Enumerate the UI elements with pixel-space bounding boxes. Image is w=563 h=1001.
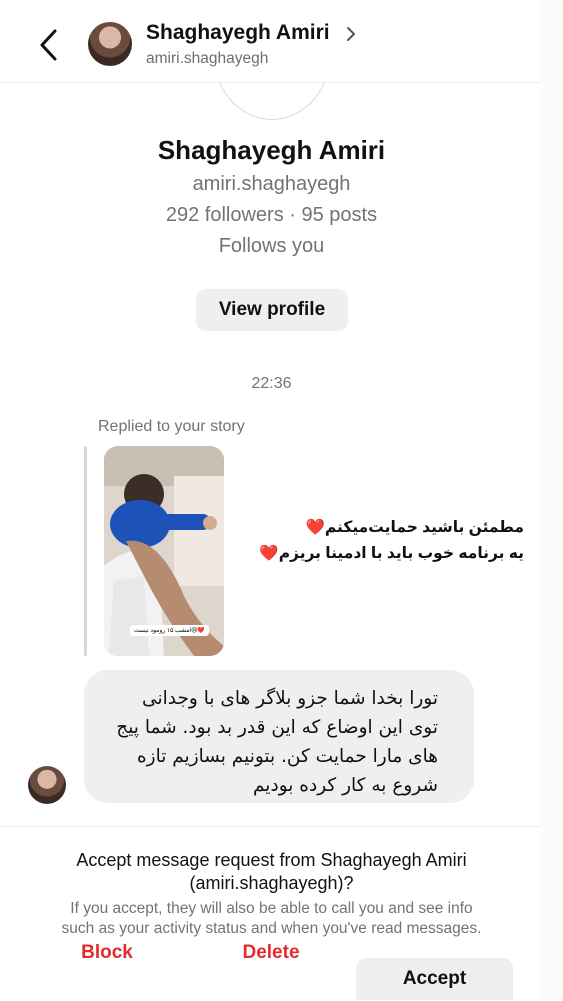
message-timestamp: 22:36	[251, 375, 292, 392]
message-line: شروع به کار کرده بودیم	[253, 775, 438, 796]
story-caption: مطمئن باشید حمایت‌میکنم❤️ یه برنامه خوب …	[259, 515, 524, 567]
sender-avatar[interactable]	[28, 766, 66, 804]
request-title-line: Accept message request from Shaghayegh A…	[76, 850, 467, 870]
message-bubble[interactable]: تورا بخدا شما جزو بلاگر های با وجدانی تو…	[84, 670, 474, 803]
header-username: amiri.shaghayegh	[146, 50, 269, 67]
request-title-line: (amiri.shaghayegh)?	[189, 873, 354, 893]
message-line: تورا بخدا شما جزو بلاگر های با وجدانی	[142, 688, 438, 709]
replied-to-story-label: Replied to your story	[98, 418, 245, 435]
profile-stats: 292 followers · 95 posts	[165, 204, 378, 226]
message-text: تورا بخدا شما جزو بلاگر های با وجدانی تو…	[98, 684, 438, 800]
request-title: Accept message request from Shaghayegh A…	[0, 849, 543, 895]
follows-you-label: Follows you	[218, 235, 325, 257]
story-sticker-text: امشب ۱۵ رومود نیست😢❤️	[130, 625, 209, 636]
header-avatar[interactable]	[88, 22, 132, 66]
screen-edge	[540, 0, 563, 1000]
story-caption-line: یه برنامه خوب باید با ادمینا بریزم❤️	[259, 545, 524, 562]
request-desc-line: If you accept, they will also be able to…	[70, 900, 473, 917]
chevron-left-icon	[40, 29, 57, 61]
message-line: های مارا حمایت کن. بتونیم بسازیم تازه	[136, 746, 438, 767]
block-button[interactable]: Block	[78, 942, 136, 964]
request-description: If you accept, they will also be able to…	[0, 899, 543, 939]
profile-username: amiri.shaghayegh	[192, 173, 351, 195]
message-line: توی این اوضاع که این قدر بد بود. شما پیج	[116, 717, 438, 738]
chevron-right-icon[interactable]	[345, 25, 357, 48]
profile-name: Shaghayegh Amiri	[157, 135, 386, 165]
story-thumbnail[interactable]: امشب ۱۵ رومود نیست😢❤️	[104, 446, 224, 656]
delete-button[interactable]: Delete	[236, 942, 306, 964]
accept-button[interactable]: Accept	[356, 958, 513, 1000]
chat-header: Shaghayegh Amiri amiri.shaghayegh	[0, 0, 563, 83]
reply-indicator-bar	[84, 446, 87, 656]
story-caption-line: مطمئن باشید حمایت‌میکنم❤️	[305, 519, 524, 536]
request-desc-line: such as your activity status and when yo…	[61, 920, 482, 937]
view-profile-button[interactable]: View profile	[196, 289, 348, 331]
header-name[interactable]: Shaghayegh Amiri	[146, 21, 330, 45]
back-button[interactable]	[36, 28, 62, 62]
